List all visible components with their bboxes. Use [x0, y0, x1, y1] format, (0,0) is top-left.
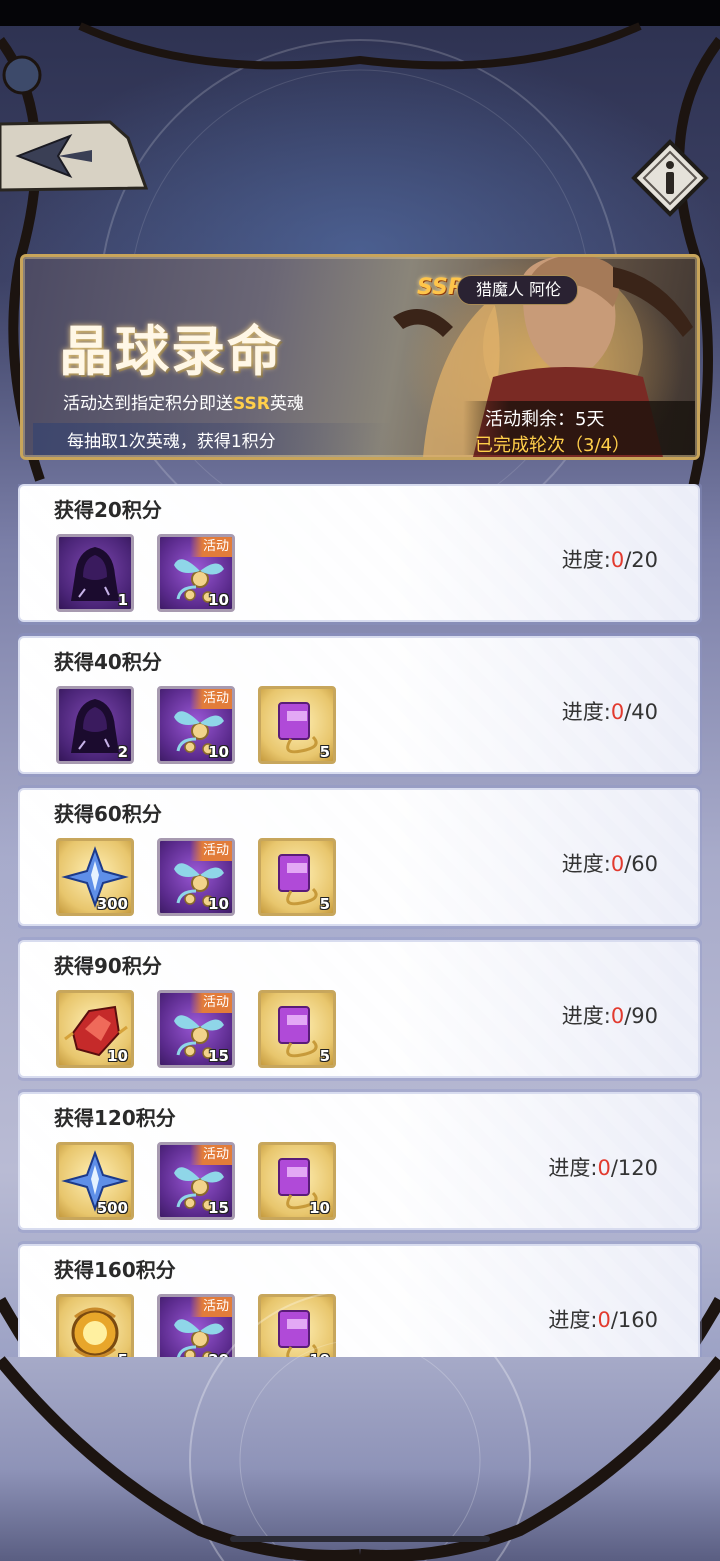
game-screen: 晶球录命 活动达到指定积分即送SSR英魂 每抽取1次英魂，获得1积分 SSR 猎… — [0, 0, 720, 1561]
bottom-magic-circle — [0, 1289, 720, 1561]
home-indicator[interactable] — [230, 1536, 490, 1542]
